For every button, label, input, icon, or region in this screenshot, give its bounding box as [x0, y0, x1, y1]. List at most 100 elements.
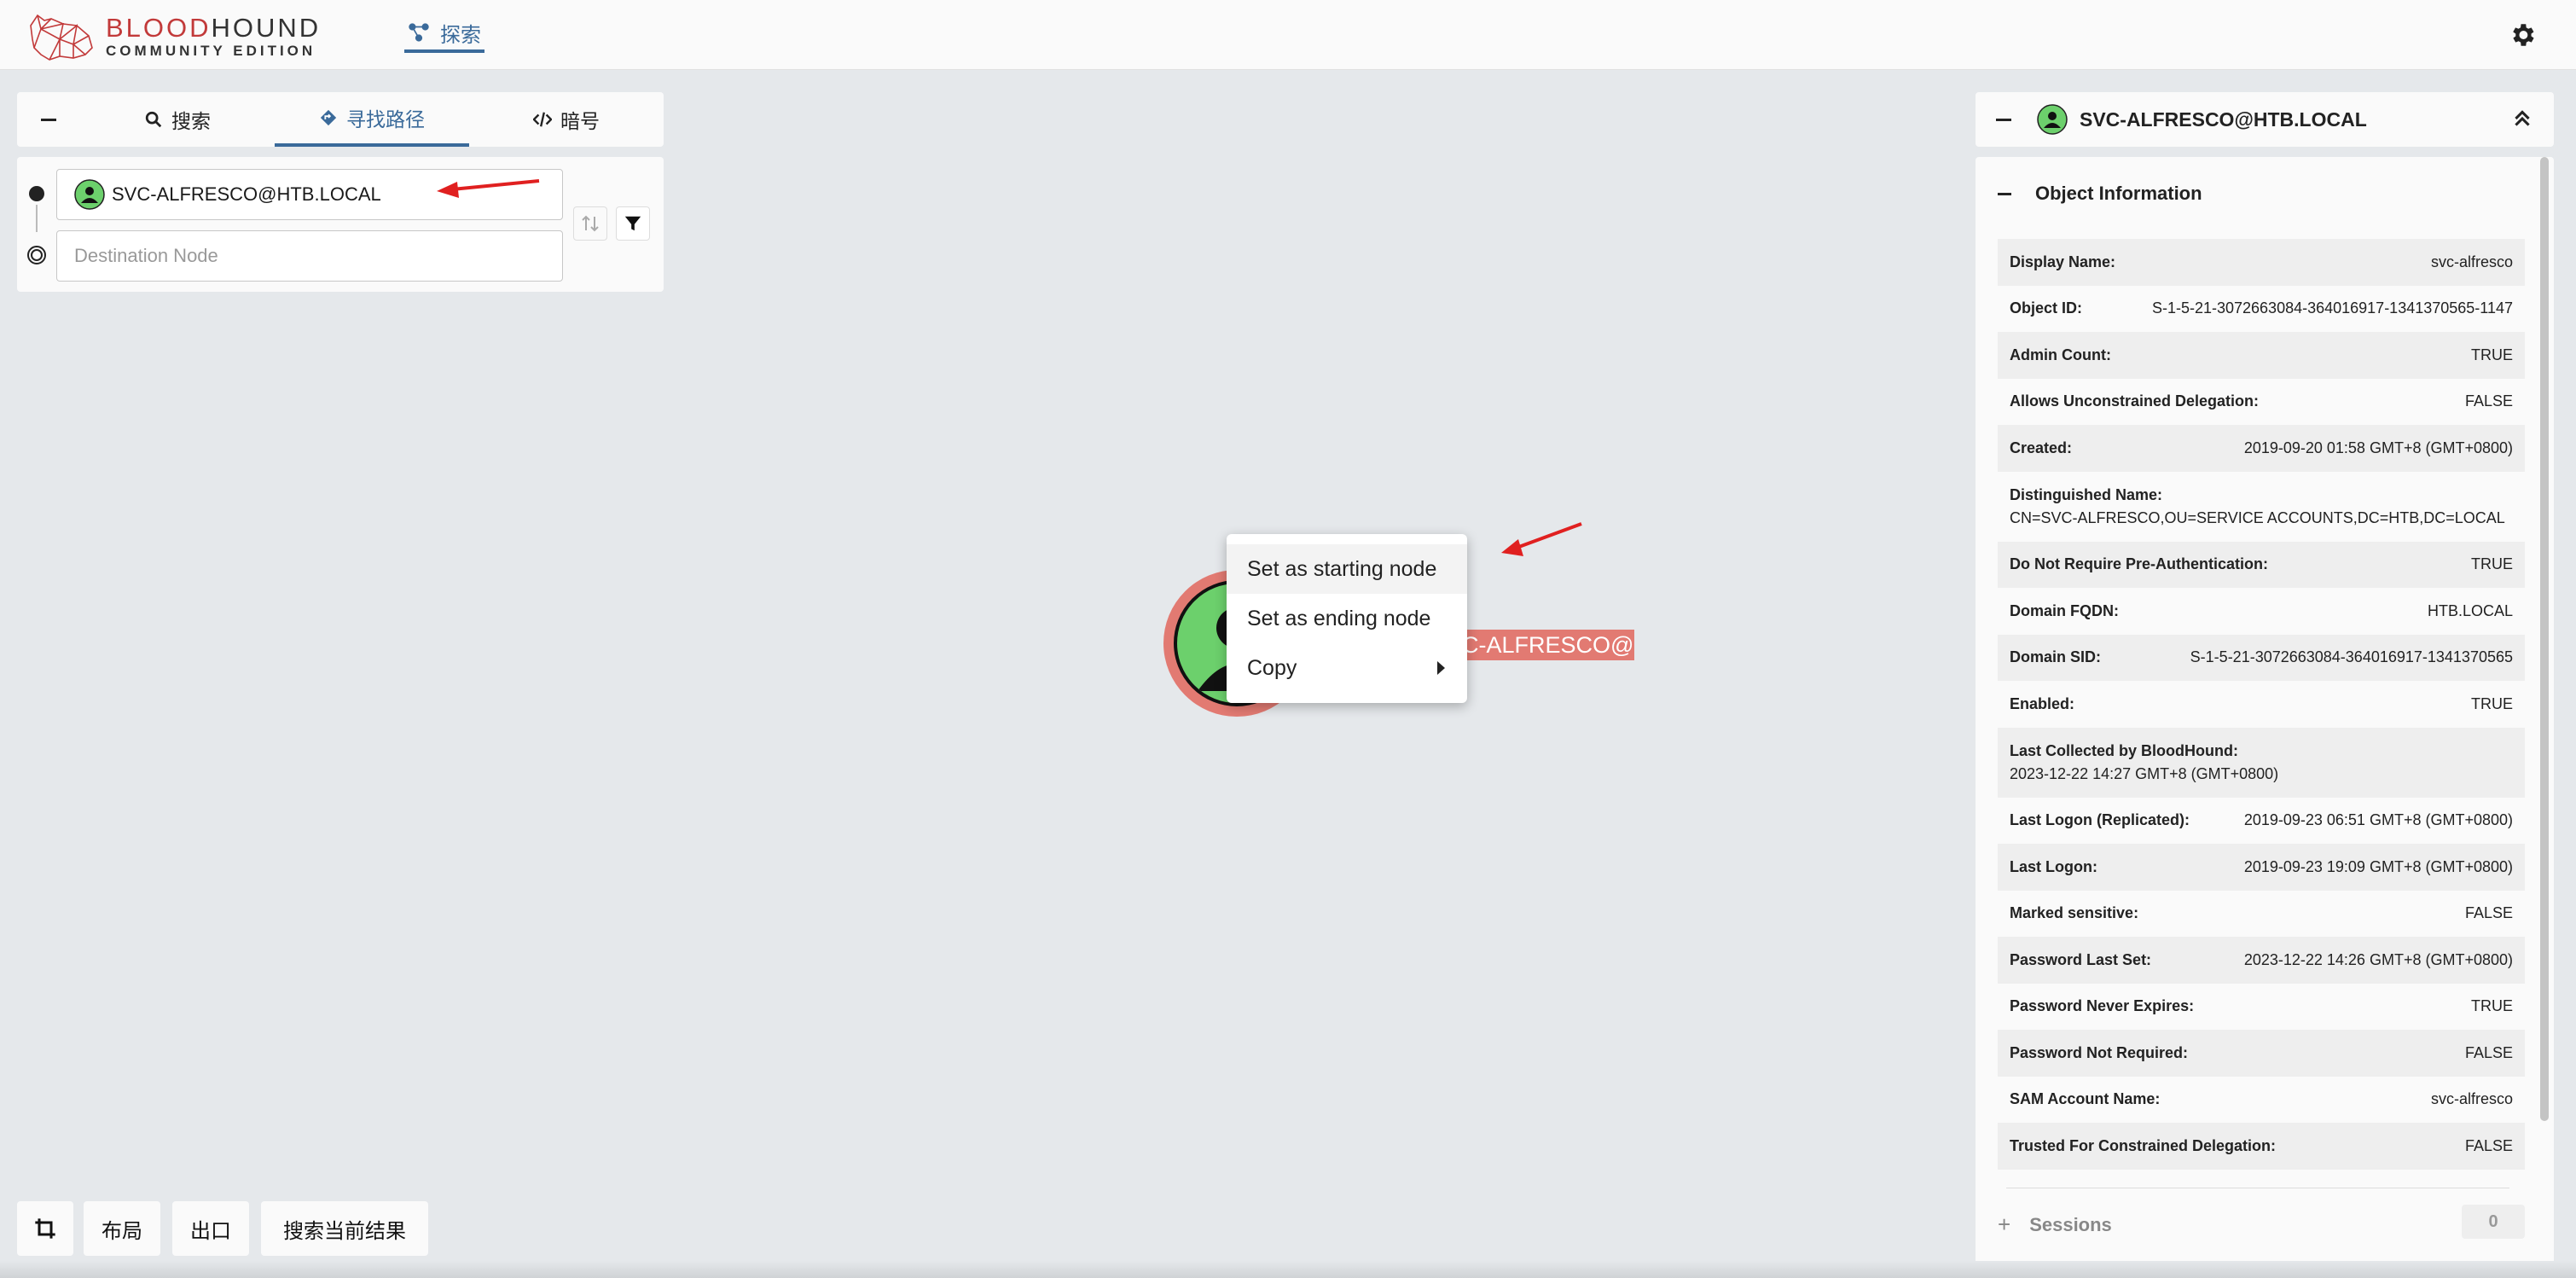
filter-icon	[624, 216, 641, 231]
property-key: Last Collected by BloodHound:	[2010, 741, 2238, 759]
property-value: FALSE	[2464, 392, 2513, 410]
minus-icon	[41, 118, 56, 121]
entity-panel-body: Object Information Display Name: svc-alfr…	[1976, 157, 2554, 1278]
destination-node-placeholder: Destination Node	[74, 245, 218, 266]
property-value: 2019-09-23 19:09 GMT+8 (GMT+0800)	[2243, 857, 2513, 875]
path-connector-line	[36, 205, 38, 232]
property-row: Enabled: TRUE	[1998, 681, 2525, 728]
property-key: Domain SID:	[2010, 648, 2102, 666]
nav-explore[interactable]: 探索	[404, 15, 484, 53]
crop-button[interactable]	[17, 1201, 73, 1256]
property-key: Password Last Set:	[2010, 950, 2152, 968]
property-value: HTB.LOCAL	[2427, 601, 2513, 619]
pathfinding-panel: SVC-ALFRESCO@HTB.LOCAL Destination Node	[17, 157, 664, 292]
code-icon	[533, 112, 552, 127]
property-value: 2023-12-22 14:27 GMT+8 (GMT+0800)	[2010, 764, 2279, 782]
entity-panel-scrollbar[interactable]	[2540, 157, 2549, 1121]
property-key: Object ID:	[2010, 299, 2083, 317]
object-information-header[interactable]: Object Information	[1998, 183, 2202, 205]
tab-cypher[interactable]: 暗号	[469, 92, 664, 147]
property-row: Marked sensitive: FALSE	[1998, 891, 2525, 938]
property-value: FALSE	[2464, 1043, 2513, 1061]
property-value: 2019-09-20 01:58 GMT+8 (GMT+0800)	[2243, 439, 2513, 456]
property-row: Password Never Expires: TRUE	[1998, 984, 2525, 1031]
property-row: Admin Count: TRUE	[1998, 332, 2525, 379]
tab-pathfinding-label: 寻找路径	[346, 108, 425, 131]
property-value: 2023-12-22 14:26 GMT+8 (GMT+0800)	[2243, 950, 2513, 968]
tab-search[interactable]: 搜索	[80, 92, 275, 147]
export-button[interactable]: 出口	[172, 1201, 249, 1256]
crop-icon	[35, 1218, 55, 1239]
sessions-count-badge: 0	[2462, 1205, 2525, 1239]
gear-icon[interactable]	[2508, 20, 2537, 49]
property-row: Domain FQDN: HTB.LOCAL	[1998, 588, 2525, 635]
tab-cypher-label: 暗号	[560, 110, 600, 132]
start-node-input[interactable]: SVC-ALFRESCO@HTB.LOCAL	[56, 169, 563, 220]
property-value: TRUE	[2471, 694, 2513, 712]
property-row: Domain SID: S-1-5-21-3072663084-364016917…	[1998, 634, 2525, 681]
property-key: SAM Account Name:	[2010, 1090, 2161, 1108]
property-row: Last Collected by BloodHound: 2023-12-22 …	[1998, 727, 2525, 798]
path-icon	[320, 109, 337, 126]
menu-item-copy[interactable]: Copy	[1227, 643, 1467, 693]
property-row: Object ID: S-1-5-21-3072663084-364016917-…	[1998, 286, 2525, 333]
property-row: Password Not Required: FALSE	[1998, 1030, 2525, 1077]
property-key: Distinguished Name:	[2010, 485, 2163, 503]
submenu-arrow-icon	[1437, 661, 1445, 675]
property-key: Domain FQDN:	[2010, 601, 2119, 619]
property-row: Display Name: svc-alfresco	[1998, 239, 2525, 286]
property-key: Marked sensitive:	[2010, 904, 2139, 922]
collapse-search-panel-button[interactable]	[17, 92, 80, 147]
tab-pathfinding[interactable]: 寻找路径	[275, 92, 469, 147]
property-key: Created:	[2010, 439, 2073, 456]
menu-item-copy-label: Copy	[1247, 655, 1297, 680]
graph-explore-icon	[409, 23, 429, 42]
swap-nodes-button[interactable]	[573, 206, 607, 241]
bloodhound-logo[interactable]: BLOODHOUND COMMUNITY EDITION	[26, 10, 321, 61]
start-node-value: SVC-ALFRESCO@HTB.LOCAL	[112, 183, 381, 205]
minus-icon	[1998, 192, 2011, 195]
property-value: 2019-09-23 06:51 GMT+8 (GMT+0800)	[2243, 811, 2513, 829]
search-icon	[145, 111, 162, 128]
property-value: FALSE	[2464, 1136, 2513, 1154]
property-row: Last Logon (Replicated): 2019-09-23 06:51…	[1998, 798, 2525, 845]
menu-item-set-starting-node[interactable]: Set as starting node	[1227, 544, 1467, 594]
property-value: svc-alfresco	[2430, 253, 2513, 270]
property-row: SAM Account Name: svc-alfresco	[1998, 1077, 2525, 1124]
logo-subtitle: COMMUNITY EDITION	[106, 42, 316, 59]
property-row: Trusted For Constrained Delegation: FALSE	[1998, 1123, 2525, 1170]
node-context-menu: Set as starting node Set as ending node …	[1227, 534, 1467, 703]
property-key: Password Not Required:	[2010, 1043, 2189, 1061]
property-row: Created: 2019-09-20 01:58 GMT+8 (GMT+0800…	[1998, 425, 2525, 472]
property-row: Do Not Require Pre-Authentication: TRUE	[1998, 541, 2525, 588]
menu-item-set-ending-node[interactable]: Set as ending node	[1227, 594, 1467, 643]
property-value: svc-alfresco	[2430, 1090, 2513, 1108]
layout-button[interactable]: 布局	[84, 1201, 160, 1256]
property-key: Trusted For Constrained Delegation:	[2010, 1136, 2277, 1154]
user-icon	[74, 179, 105, 210]
property-row: Allows Unconstrained Delegation: FALSE	[1998, 379, 2525, 426]
bottom-edge	[0, 1261, 2576, 1278]
property-key: Last Logon:	[2010, 857, 2097, 875]
property-key: Display Name:	[2010, 253, 2116, 270]
user-icon	[2037, 104, 2068, 135]
property-key: Last Logon (Replicated):	[2010, 811, 2190, 829]
property-row: Password Last Set: 2023-12-22 14:26 GMT+8…	[1998, 937, 2525, 984]
destination-node-input[interactable]: Destination Node	[56, 230, 563, 282]
end-node-marker	[27, 246, 46, 264]
property-key: Password Never Expires:	[2010, 997, 2195, 1015]
nav-explore-label: 探索	[440, 23, 481, 47]
double-chevron-up-icon[interactable]	[2511, 107, 2533, 130]
sessions-section-header[interactable]: + Sessions 0	[1998, 1205, 2525, 1239]
object-properties-list: Display Name: svc-alfresco Object ID: S-1-…	[1998, 239, 2525, 1170]
collapse-entity-panel-button[interactable]	[1996, 118, 2011, 121]
property-key: Enabled:	[2010, 694, 2075, 712]
property-value: TRUE	[2471, 346, 2513, 363]
property-value: TRUE	[2471, 997, 2513, 1015]
property-value: CN=SVC-ALFRESCO,OU=SERVICE ACCOUNTS,DC=H…	[2010, 508, 2505, 526]
path-filter-button[interactable]	[616, 206, 650, 241]
property-value: TRUE	[2471, 555, 2513, 573]
bloodhound-logo-icon	[30, 14, 93, 61]
logo-title-hound: HOUND	[211, 12, 322, 43]
search-current-results-button[interactable]: 搜索当前结果	[261, 1201, 428, 1256]
